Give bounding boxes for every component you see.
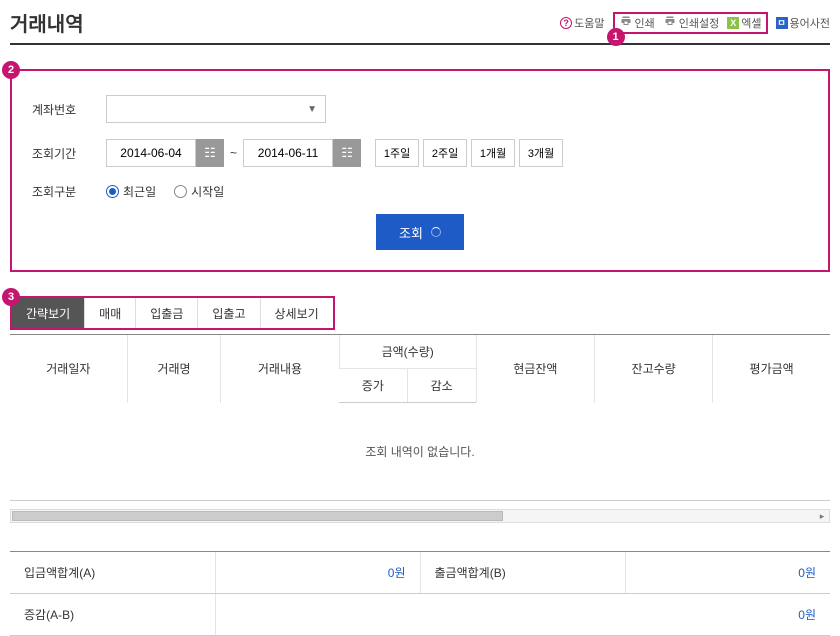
scroll-right-icon: ▸: [815, 510, 829, 522]
radio-icon: [174, 185, 187, 198]
range-2week-button[interactable]: 2주일: [423, 139, 467, 167]
criteria-start-radio[interactable]: 시작일: [174, 183, 224, 200]
date-separator: ~: [230, 146, 237, 160]
date-from-calendar-button[interactable]: ☷: [196, 139, 224, 167]
col-name: 거래명: [127, 335, 221, 403]
view-tabs: 간략보기 매매 입출금 입출고 상세보기: [10, 296, 335, 330]
withdraw-total-label: 출금액합계(B): [420, 552, 625, 594]
tab-cashflow[interactable]: 입출금: [136, 298, 198, 328]
chevron-down-icon: ▼: [307, 104, 317, 115]
col-amount-group: 금액(수량): [339, 335, 476, 369]
range-1week-button[interactable]: 1주일: [375, 139, 419, 167]
search-panel: 계좌번호 ▼ 조회기간 ☷ ~ ☷ 1주일 2주일 1개월 3개월 조회구분: [10, 69, 830, 272]
col-qty: 잔고수량: [595, 335, 713, 403]
print-settings-label: 인쇄설정: [679, 15, 719, 31]
scrollbar-thumb[interactable]: [12, 511, 503, 521]
tab-stockflow[interactable]: 입출고: [198, 298, 260, 328]
col-increase: 증가: [339, 369, 407, 403]
page-title: 거래내역: [10, 8, 84, 37]
top-utility-links: ? 도움말 인쇄 인쇄설정 X 엑셀: [560, 12, 830, 34]
calendar-icon: ☷: [204, 145, 216, 161]
loading-icon: [431, 227, 441, 237]
print-link[interactable]: 인쇄: [619, 15, 655, 31]
deposit-total-value: 0원: [215, 552, 420, 594]
annotation-marker-1: 1: [607, 28, 625, 46]
help-link[interactable]: ? 도움말: [560, 15, 604, 31]
empty-message: 조회 내역이 없습니다.: [10, 403, 830, 501]
horizontal-scrollbar[interactable]: ◂ ▸: [10, 509, 830, 523]
dictionary-link[interactable]: ㅁ 용어사전: [776, 15, 830, 31]
withdraw-total-value: 0원: [625, 552, 830, 594]
header-divider: [10, 43, 830, 45]
range-1month-button[interactable]: 1개월: [471, 139, 515, 167]
criteria-start-label: 시작일: [191, 183, 224, 200]
account-select[interactable]: ▼: [106, 95, 326, 123]
tab-trade[interactable]: 매매: [85, 298, 136, 328]
date-from-input[interactable]: [106, 139, 196, 167]
criteria-recent-label: 최근일: [123, 183, 156, 200]
range-3month-button[interactable]: 3개월: [519, 139, 563, 167]
printer-settings-icon: [663, 15, 677, 30]
criteria-label: 조회구분: [32, 183, 106, 200]
col-cash: 현금잔액: [476, 335, 594, 403]
calendar-icon: ☷: [341, 145, 353, 161]
col-decrease: 감소: [407, 369, 476, 403]
deposit-total-label: 입금액합계(A): [10, 552, 215, 594]
excel-icon: X: [727, 17, 739, 29]
diff-label: 증감(A-B): [10, 594, 215, 636]
annotation-marker-3: 3: [2, 288, 20, 306]
tab-detail[interactable]: 상세보기: [261, 298, 333, 328]
account-label: 계좌번호: [32, 101, 106, 118]
search-button[interactable]: 조회: [376, 214, 464, 250]
date-to-calendar-button[interactable]: ☷: [333, 139, 361, 167]
print-settings-link[interactable]: 인쇄설정: [663, 15, 719, 31]
print-label: 인쇄: [635, 15, 655, 31]
transactions-table: 거래일자 거래명 거래내용 금액(수량) 현금잔액 잔고수량 평가금액 증가 감…: [10, 334, 830, 501]
diff-value: 0원: [215, 594, 830, 636]
col-eval: 평가금액: [713, 335, 830, 403]
help-label: 도움말: [574, 15, 604, 31]
period-label: 조회기간: [32, 145, 106, 162]
col-desc: 거래내용: [221, 335, 339, 403]
help-icon: ?: [560, 17, 572, 29]
excel-label: 엑셀: [741, 15, 761, 31]
tab-summary[interactable]: 간략보기: [12, 298, 85, 328]
printer-icon: [619, 15, 633, 30]
summary-table: 입금액합계(A) 0원 출금액합계(B) 0원 증감(A-B) 0원: [10, 551, 830, 636]
annotation-marker-2: 2: [2, 61, 20, 79]
dictionary-icon: ㅁ: [776, 17, 788, 29]
col-date: 거래일자: [10, 335, 127, 403]
dictionary-label: 용어사전: [790, 15, 830, 31]
date-to-input[interactable]: [243, 139, 333, 167]
criteria-recent-radio[interactable]: 최근일: [106, 183, 156, 200]
excel-link[interactable]: X 엑셀: [727, 15, 761, 31]
radio-icon: [106, 185, 119, 198]
search-button-label: 조회: [399, 223, 423, 242]
